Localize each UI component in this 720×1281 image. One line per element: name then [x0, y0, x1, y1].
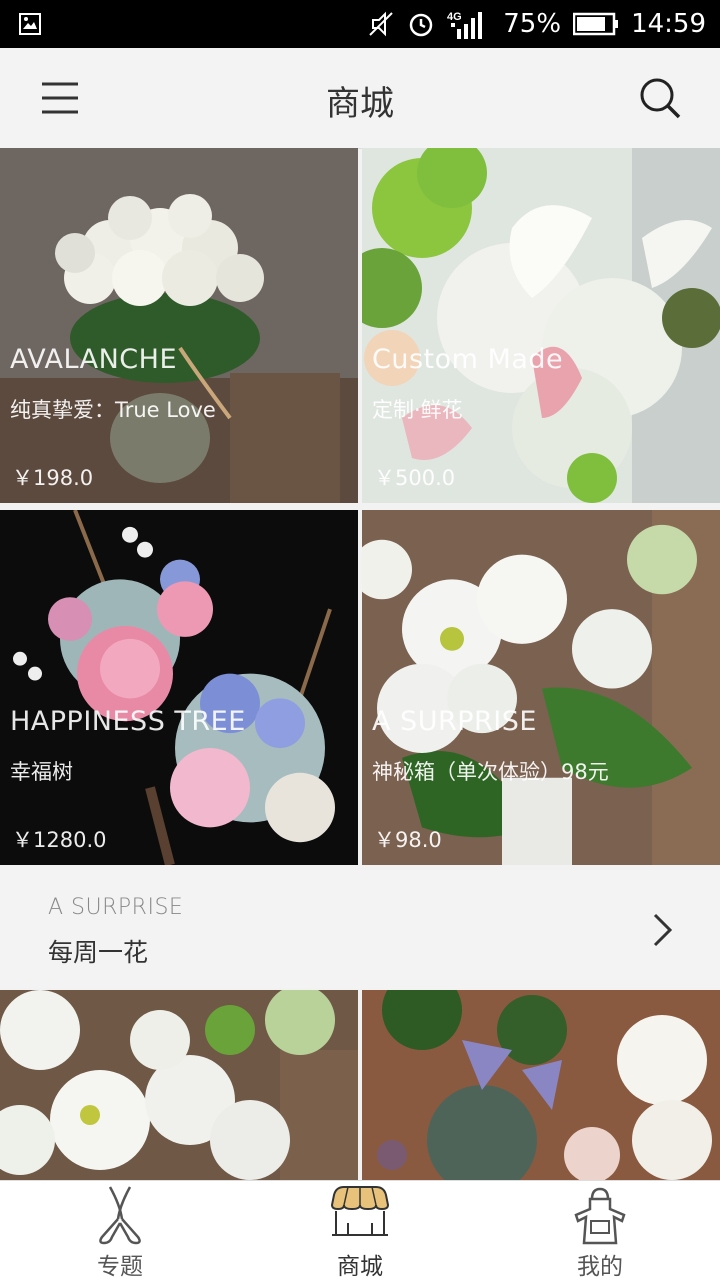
product-image-weekly-1: [0, 990, 358, 1180]
page-title: 商城: [326, 84, 394, 124]
tab-topics[interactable]: 专题: [30, 1181, 210, 1281]
product-price: ￥1280.0: [12, 828, 107, 852]
tab-shop[interactable]: 商城: [270, 1181, 450, 1281]
product-title-en: AVALANCHE: [10, 344, 178, 375]
weekly-flower-banner[interactable]: A SURPRISE 每周一花: [0, 870, 720, 988]
clock: 14:59: [631, 9, 706, 39]
signal-icon: 4G: [447, 11, 483, 39]
tab-label: 我的: [577, 1254, 623, 1280]
status-bar: 4G 75% 14:59: [0, 0, 720, 48]
search-icon[interactable]: [638, 76, 682, 120]
battery-percent: 75%: [503, 9, 562, 39]
product-price: ￥500.0: [374, 466, 456, 490]
image-notification-icon: [19, 13, 41, 35]
battery-icon: [573, 12, 619, 36]
chevron-right-icon: [653, 913, 673, 947]
product-price: ￥98.0: [374, 828, 442, 852]
product-tile-a-surprise[interactable]: A SURPRISE 神秘箱（单次体验）98元 ￥98.0: [362, 510, 720, 865]
product-tile-weekly-1[interactable]: [0, 990, 358, 1180]
banner-title-cn: 每周一花: [48, 938, 149, 967]
product-image-avalanche: [0, 148, 358, 503]
product-title-cn: 纯真挚爱：True Love: [10, 398, 216, 422]
shop-icon: [330, 1186, 390, 1236]
apron-icon: [574, 1187, 626, 1245]
product-tile-happiness-tree[interactable]: HAPPINESS TREE 幸福树 ￥1280.0: [0, 510, 358, 865]
product-title-en: A SURPRISE: [372, 706, 537, 737]
mute-icon: [369, 11, 393, 37]
product-image-weekly-2: [362, 990, 720, 1180]
scissors-icon: [99, 1186, 141, 1245]
banner-title-en: A SURPRISE: [48, 895, 184, 920]
tab-label: 商城: [337, 1254, 383, 1280]
product-title-cn: 幸福树: [10, 760, 73, 784]
product-title-cn: 神秘箱（单次体验）98元: [372, 760, 609, 784]
product-title-cn: 定制·鲜花: [372, 398, 463, 422]
tab-mine[interactable]: 我的: [510, 1181, 690, 1281]
product-tile-avalanche[interactable]: AVALANCHE 纯真挚爱：True Love ￥198.0: [0, 148, 358, 503]
svg-text:4G: 4G: [447, 11, 462, 23]
product-tile-weekly-2[interactable]: [362, 990, 720, 1180]
product-price: ￥198.0: [12, 466, 94, 490]
product-title-en: Custom Made: [372, 344, 564, 375]
bottom-tab-bar: 专题 商城 我的: [0, 1180, 720, 1281]
app-header: 商城: [0, 48, 720, 149]
product-image-happiness-tree: [0, 510, 358, 865]
product-image-a-surprise: [362, 510, 720, 865]
product-tile-custom-made[interactable]: Custom Made 定制·鲜花 ￥500.0: [362, 148, 720, 503]
product-title-en: HAPPINESS TREE: [10, 706, 246, 737]
alarm-icon: [410, 13, 433, 37]
product-image-custom-made: [362, 148, 720, 503]
tab-label: 专题: [97, 1254, 143, 1280]
